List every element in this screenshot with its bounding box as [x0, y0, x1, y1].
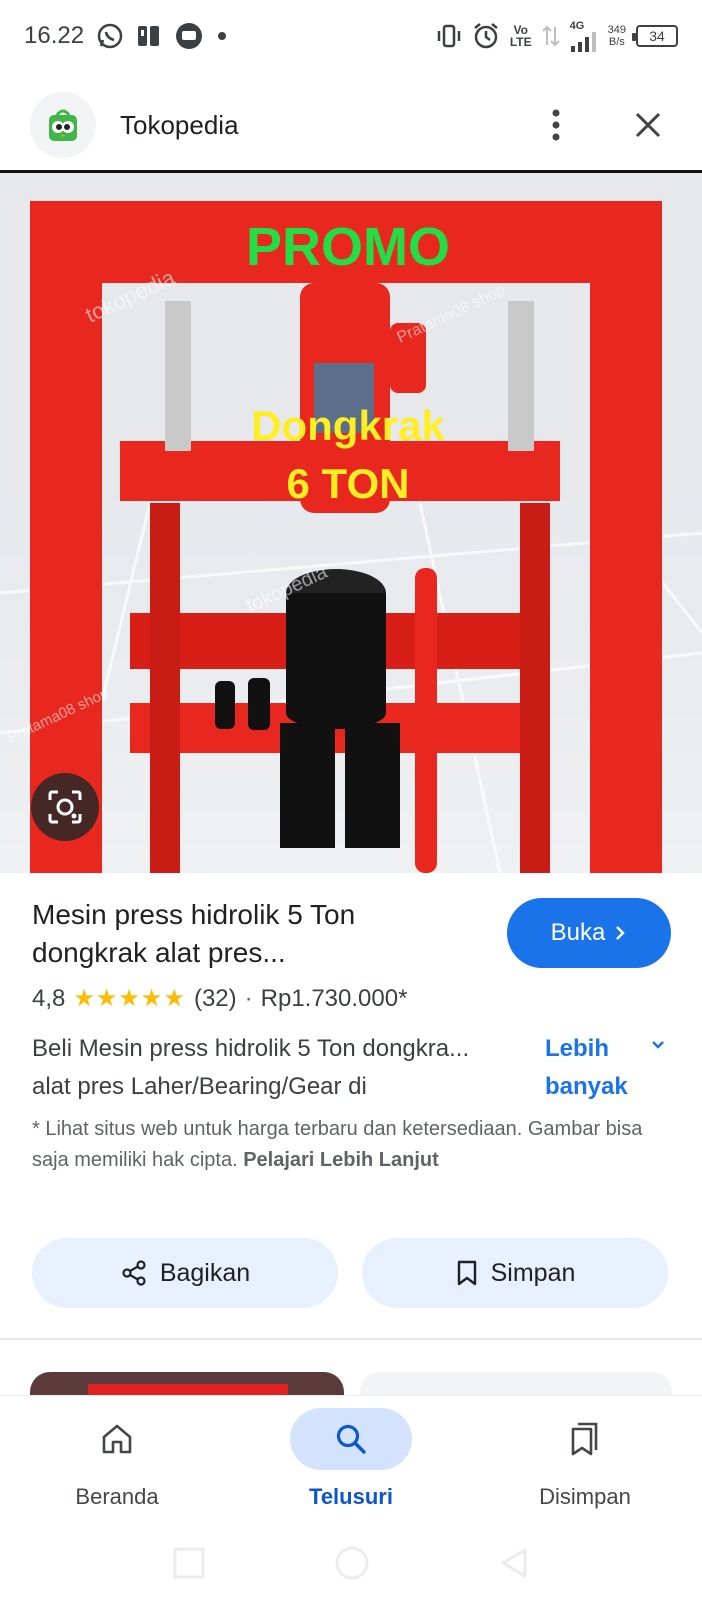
back-button[interactable] [499, 1547, 529, 1579]
battery-indicator: 34 [632, 25, 678, 47]
rating-value: 4,8 [32, 984, 66, 1012]
data-arrows-icon [541, 23, 560, 49]
alarm-icon [472, 22, 500, 50]
nav-search-label: Telusuri [309, 1484, 393, 1509]
promo-subline-1: Dongkrak [251, 402, 445, 449]
description-line-1: Beli Mesin press hidrolik 5 Ton dongkra.… [32, 1035, 470, 1062]
share-icon [122, 1260, 146, 1286]
rating-row: 4,8 ★★★★★ (32) · Rp1.730.000* [32, 984, 407, 1013]
review-count: (32) [193, 984, 237, 1012]
close-icon [635, 112, 661, 138]
tokopedia-logo-icon [30, 92, 96, 158]
promo-headline: PROMO [246, 217, 450, 277]
chevron-right-icon [616, 926, 626, 940]
description-line-2: alat pres Laher/Bearing/Gear di [32, 1073, 367, 1100]
section-divider [0, 1338, 702, 1340]
cell-signal-icon: 4G [570, 20, 598, 52]
open-button-label: Buka [550, 919, 606, 946]
home-circle-icon [335, 1546, 369, 1580]
learn-more-link[interactable]: Pelajari Lebih Lanjut [243, 1149, 439, 1171]
star-rating-icon: ★★★★★ [73, 985, 186, 1012]
search-icon [336, 1424, 366, 1454]
nav-saved[interactable]: Disimpan [468, 1396, 702, 1526]
nav-saved-label: Disimpan [539, 1484, 631, 1509]
chevron-down-icon[interactable] [650, 1038, 666, 1056]
product-title[interactable]: Mesin press hidrolik 5 Ton dongkrak alat… [32, 896, 472, 972]
share-button[interactable]: Bagikan [32, 1238, 338, 1308]
vibrate-icon [436, 23, 462, 49]
bookmark-icon [457, 1260, 476, 1286]
status-time: 16.22 [24, 22, 85, 49]
site-header: Tokopedia [0, 84, 702, 166]
more-link[interactable]: Lebih banyak [545, 1030, 665, 1106]
app-notification-icon [136, 23, 162, 49]
recents-icon [173, 1547, 205, 1579]
separator: · [244, 984, 253, 1012]
bottom-navigation: Beranda Telusuri Disimpan [0, 1396, 702, 1526]
system-navigation [0, 1526, 702, 1600]
volte-indicator: Vo LTE [509, 23, 532, 49]
promo-subline-2: 6 TON [287, 460, 410, 507]
home-system-button[interactable] [335, 1546, 369, 1580]
nav-home-label: Beranda [75, 1484, 159, 1509]
close-button[interactable] [624, 101, 672, 149]
whatsapp-icon [96, 22, 124, 50]
recents-button[interactable] [173, 1547, 205, 1579]
save-button[interactable]: Simpan [362, 1238, 668, 1308]
disclaimer: * Lihat situs web untuk harga terbaru da… [32, 1114, 672, 1176]
back-triangle-icon [501, 1548, 527, 1578]
more-notifications-dot-icon [216, 30, 228, 42]
saved-collections-icon [571, 1422, 598, 1456]
message-icon [174, 21, 204, 51]
lens-icon [48, 790, 82, 824]
share-label: Bagikan [159, 1258, 251, 1287]
home-icon [102, 1424, 132, 1454]
product-description: Beli Mesin press hidrolik 5 Ton dongkra.… [32, 1030, 532, 1106]
status-bar: 16.22 Vo LTE 4G 349 B/s 34 [0, 0, 702, 72]
nav-home[interactable]: Beranda [0, 1396, 234, 1526]
price: Rp1.730.000* [260, 984, 408, 1012]
network-speed: 349 B/s [607, 24, 626, 48]
more-vert-icon [552, 109, 560, 141]
more-options-button[interactable] [532, 101, 580, 149]
site-name: Tokopedia [120, 109, 239, 140]
save-label: Simpan [490, 1258, 576, 1287]
open-button[interactable]: Buka [507, 898, 671, 968]
nav-search[interactable]: Telusuri [234, 1396, 468, 1526]
google-lens-button[interactable] [31, 773, 99, 841]
product-image[interactable]: tokopedia Pratama08 shop tokopedia Prata… [0, 173, 702, 873]
action-row: Bagikan Simpan [32, 1238, 668, 1308]
